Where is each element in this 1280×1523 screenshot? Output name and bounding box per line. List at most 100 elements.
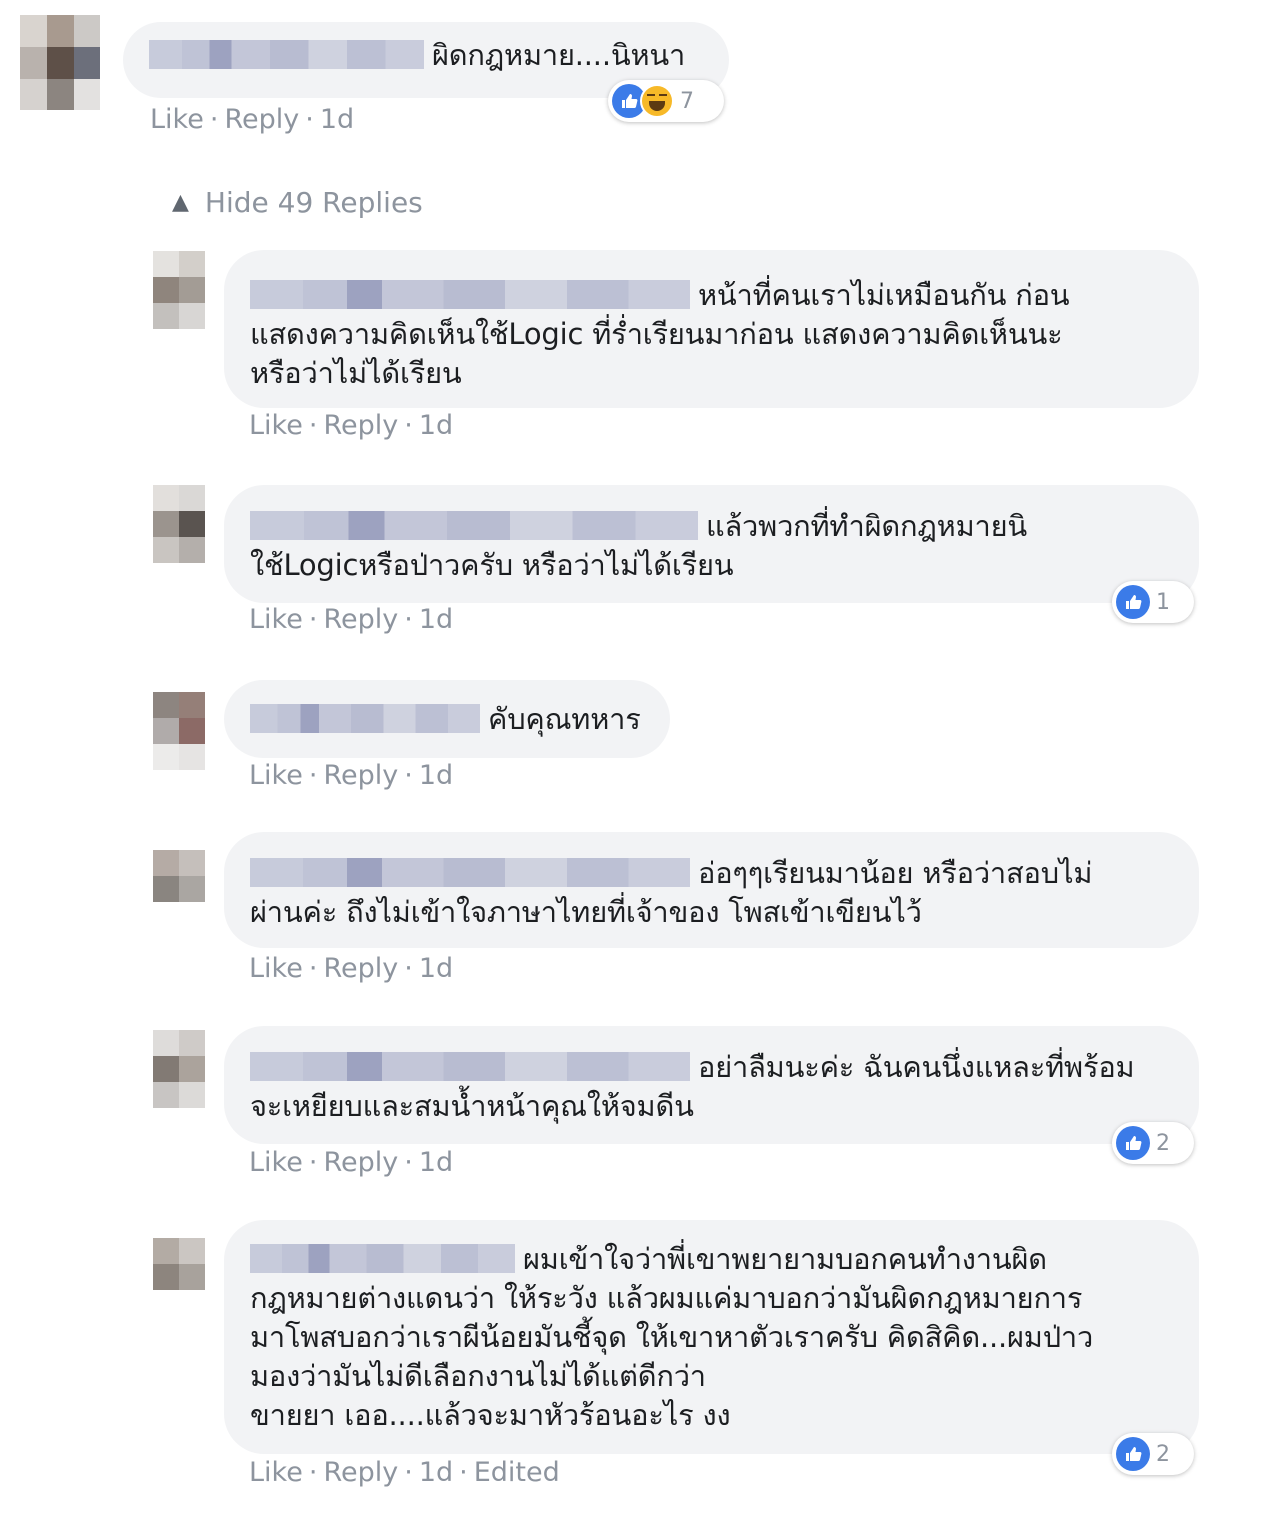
reply-avatar[interactable] xyxy=(153,1238,205,1290)
avatar-pixel xyxy=(179,1056,205,1082)
separator: · xyxy=(308,760,318,791)
avatar-pixel xyxy=(179,485,205,511)
avatar-pixel xyxy=(153,850,179,876)
avatar-pixel xyxy=(20,15,47,47)
reply-actions: Like · Reply · 1d xyxy=(249,410,453,441)
reply-bubble: อย่าลืมนะค่ะ ฉันคนนึ่งแหละที่พร้อม จะเหย… xyxy=(224,1026,1199,1144)
like-button[interactable]: Like xyxy=(249,1147,303,1178)
like-button[interactable]: Like xyxy=(249,1457,303,1488)
redacted-author-name[interactable] xyxy=(250,704,480,733)
avatar-pixel xyxy=(153,718,179,744)
reply-actions: Like · Reply · 1d xyxy=(249,604,453,635)
like-button[interactable]: Like xyxy=(249,953,303,984)
redacted-author-name[interactable] xyxy=(250,1244,515,1273)
redacted-author-name[interactable] xyxy=(250,280,690,309)
separator: · xyxy=(404,410,413,441)
avatar-pixel xyxy=(179,1238,205,1264)
reply-avatar[interactable] xyxy=(153,1030,205,1108)
reply-avatar[interactable] xyxy=(153,485,205,563)
reply-bubble: หน้าที่คนเราไม่เหมือนกัน ก่อน แสดงความคิ… xyxy=(224,250,1199,408)
reaction-count: 7 xyxy=(680,88,694,114)
avatar-pixel xyxy=(153,876,179,902)
comment-text: ผิดกฎหมาย....นิหนา xyxy=(432,38,686,72)
reply-avatar[interactable] xyxy=(153,850,205,902)
avatar-pixel xyxy=(179,251,205,277)
comment-timestamp[interactable]: 1d xyxy=(419,1147,453,1178)
reply-bubble: ผมเข้าใจว่าพี่เขาพยายามบอกคนทำงานผิด กฎห… xyxy=(224,1220,1199,1454)
avatar-pixel xyxy=(20,79,47,110)
reply-avatar[interactable] xyxy=(153,692,205,770)
avatar-pixel xyxy=(153,537,179,563)
comment-timestamp[interactable]: 1d xyxy=(320,104,354,135)
avatar-pixel xyxy=(179,1082,205,1108)
edited-label[interactable]: Edited xyxy=(474,1457,560,1488)
hide-replies-label: Hide 49 Replies xyxy=(204,186,423,219)
like-button[interactable]: Like xyxy=(150,104,204,135)
reaction-summary[interactable]: 2 xyxy=(1112,1122,1194,1164)
redacted-author-name[interactable] xyxy=(250,511,698,540)
reply-button[interactable]: Reply xyxy=(323,760,398,791)
avatar-pixel xyxy=(179,876,205,902)
separator: · xyxy=(308,604,318,635)
separator: · xyxy=(308,1147,318,1178)
reply-button[interactable]: Reply xyxy=(323,410,398,441)
separator: · xyxy=(209,104,219,135)
comment-timestamp[interactable]: 1d xyxy=(419,760,453,791)
redacted-author-name[interactable] xyxy=(149,40,424,69)
comment-timestamp[interactable]: 1d xyxy=(419,410,453,441)
reply-button[interactable]: Reply xyxy=(323,1457,398,1488)
avatar-pixel xyxy=(153,251,179,277)
redacted-author-name[interactable] xyxy=(250,858,690,887)
reply-avatar[interactable] xyxy=(153,251,205,329)
avatar-pixel xyxy=(153,277,179,303)
chevron-up-icon: ▲ xyxy=(172,190,189,215)
comment-timestamp[interactable]: 1d xyxy=(419,1457,453,1488)
comment-timestamp[interactable]: 1d xyxy=(419,604,453,635)
separator: · xyxy=(404,760,413,791)
avatar-pixel xyxy=(47,47,74,79)
avatar-pixel xyxy=(153,485,179,511)
avatar-pixel xyxy=(47,79,74,110)
avatar-pixel xyxy=(153,1030,179,1056)
reply-actions: Like · Reply · 1d xyxy=(249,760,453,791)
avatar-pixel xyxy=(179,1264,205,1290)
avatar-pixel xyxy=(179,718,205,744)
separator: · xyxy=(308,1457,318,1488)
reply-actions: Like · Reply · 1d xyxy=(249,953,453,984)
reply-button[interactable]: Reply xyxy=(323,604,398,635)
reaction-summary[interactable]: 2 xyxy=(1112,1433,1194,1475)
separator: · xyxy=(404,604,413,635)
avatar-pixel xyxy=(74,47,100,79)
comment-timestamp[interactable]: 1d xyxy=(419,953,453,984)
avatar-pixel xyxy=(153,1238,179,1264)
avatar-pixel xyxy=(47,15,74,47)
avatar-pixel xyxy=(153,303,179,329)
reply-button[interactable]: Reply xyxy=(323,953,398,984)
avatar-pixel xyxy=(153,1264,179,1290)
reply-button[interactable]: Reply xyxy=(224,104,299,135)
avatar-pixel xyxy=(179,692,205,718)
avatar-pixel xyxy=(179,850,205,876)
separator: · xyxy=(305,104,314,135)
separator: · xyxy=(404,1457,413,1488)
avatar[interactable] xyxy=(20,15,100,110)
reply-bubble: แล้วพวกที่ทำผิดกฎหมายนิ ใช้Logicหรือป่าว… xyxy=(224,485,1199,603)
redacted-author-name[interactable] xyxy=(250,1052,690,1081)
hide-replies-button[interactable]: ▲ Hide 49 Replies xyxy=(172,186,423,219)
reply-bubble: คับคุณทหาร xyxy=(224,680,670,758)
reaction-summary[interactable]: 1 xyxy=(1112,581,1194,623)
avatar-pixel xyxy=(153,692,179,718)
like-button[interactable]: Like xyxy=(249,410,303,441)
reply-button[interactable]: Reply xyxy=(323,1147,398,1178)
like-button[interactable]: Like xyxy=(249,760,303,791)
avatar-pixel xyxy=(179,277,205,303)
like-button[interactable]: Like xyxy=(249,604,303,635)
like-icon xyxy=(1116,1126,1150,1160)
reply-actions: Like · Reply · 1d · Edited xyxy=(249,1457,560,1488)
reaction-summary[interactable]: 7 xyxy=(608,80,724,122)
avatar-pixel xyxy=(179,1030,205,1056)
avatar-pixel xyxy=(153,744,179,770)
avatar-pixel xyxy=(153,511,179,537)
avatar-pixel xyxy=(153,1082,179,1108)
avatar-pixel xyxy=(179,537,205,563)
